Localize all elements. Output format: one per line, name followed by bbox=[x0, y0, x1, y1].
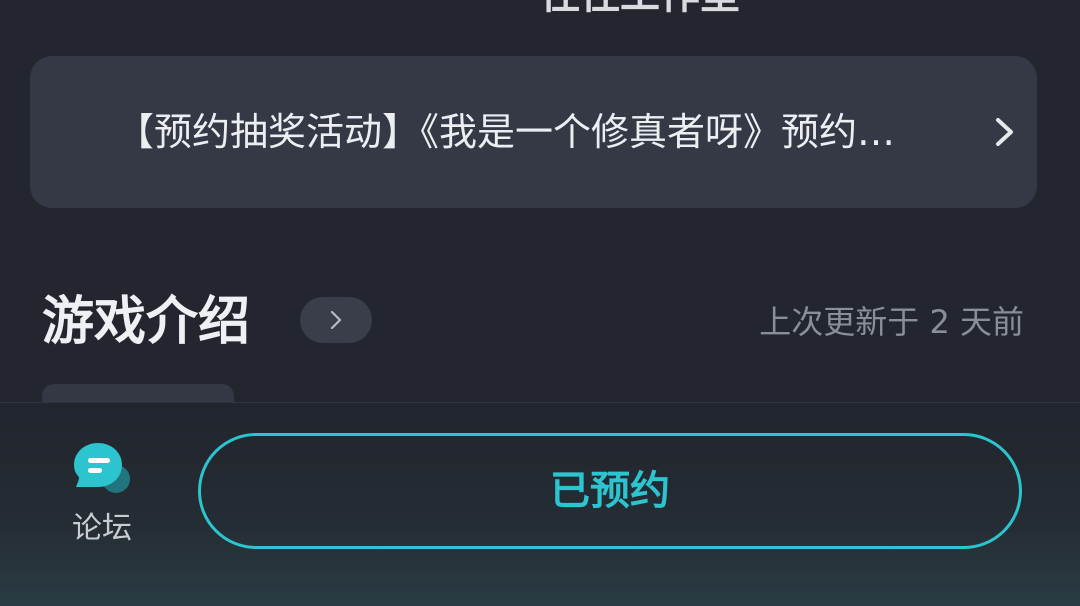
reserved-button[interactable]: 已预约 bbox=[198, 433, 1022, 549]
stat-value-1: 234 bbox=[80, 0, 164, 8]
last-updated-text: 上次更新于 2 天前 bbox=[759, 303, 1024, 341]
bottom-action-bar: 论坛 已预约 bbox=[0, 402, 1080, 606]
event-banner-text: 【预约抽奖活动】《我是一个修真者呀》预约… bbox=[116, 110, 896, 154]
section-more-button[interactable] bbox=[300, 297, 372, 343]
top-stats-row: 234 213 往往工作室 bbox=[0, 0, 1080, 18]
game-detail-page: 234 213 往往工作室 【预约抽奖活动】《我是一个修真者呀》预约… 游戏介绍… bbox=[0, 0, 1080, 606]
developer-name[interactable]: 往往工作室 bbox=[540, 0, 740, 20]
chevron-right-icon bbox=[996, 118, 1013, 146]
chevron-right-icon bbox=[330, 310, 342, 330]
event-banner[interactable]: 【预约抽奖活动】《我是一个修真者呀》预约… bbox=[30, 56, 1037, 208]
forum-button[interactable]: 论坛 bbox=[60, 435, 144, 555]
chat-bubble-icon bbox=[74, 443, 130, 493]
forum-label: 论坛 bbox=[72, 511, 132, 546]
stat-value-2: 213 bbox=[330, 0, 414, 8]
section-title: 游戏介绍 bbox=[42, 292, 251, 352]
